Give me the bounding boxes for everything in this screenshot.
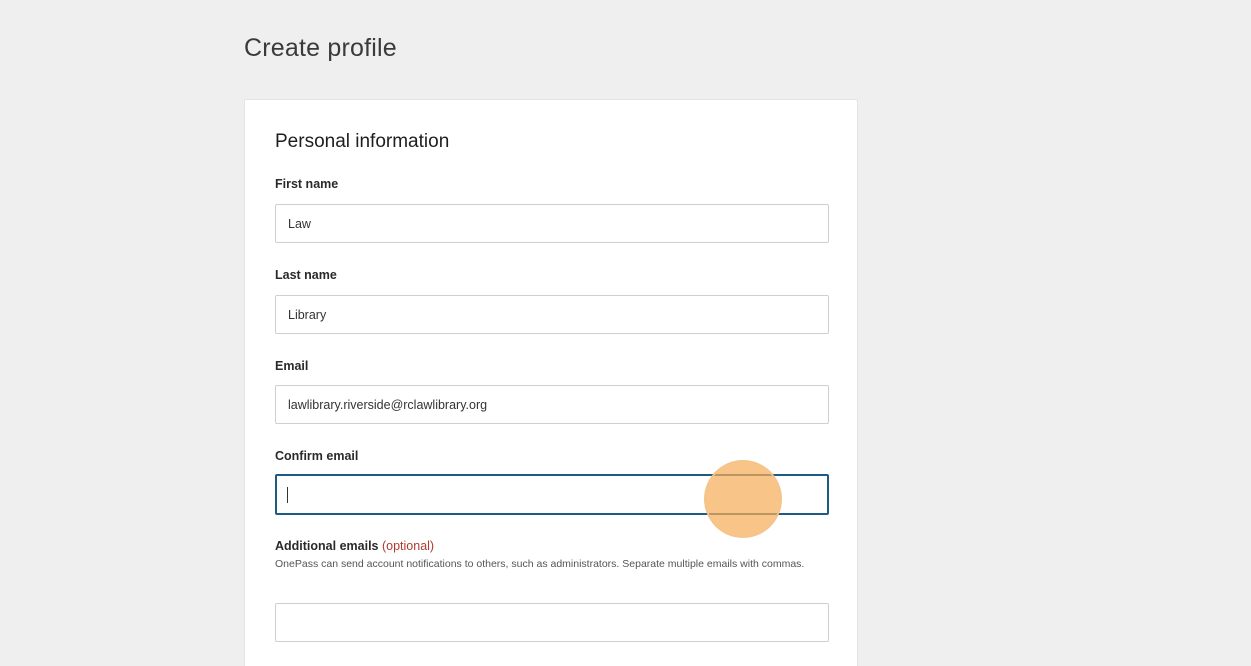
email-input[interactable] [275,385,829,424]
first-name-label: First name [275,177,339,191]
profile-form-card: Personal information First name Last nam… [244,99,858,666]
section-heading: Personal information [275,131,450,152]
first-name-input[interactable] [275,204,829,243]
page: Create profile Personal information Firs… [0,0,1251,666]
confirm-email-label: Confirm email [275,449,359,463]
additional-emails-label-text: Additional emails [275,539,379,553]
confirm-email-input[interactable] [275,474,829,515]
text-cursor [287,487,288,503]
optional-tag: (optional) [381,539,435,553]
last-name-input[interactable] [275,295,829,334]
additional-emails-help-text: OnePass can send account notifications t… [275,558,805,570]
additional-emails-label: Additional emails (optional) [275,539,434,553]
email-label: Email [275,359,309,373]
last-name-label: Last name [275,268,337,282]
additional-emails-input[interactable] [275,603,829,642]
page-title: Create profile [244,34,397,62]
